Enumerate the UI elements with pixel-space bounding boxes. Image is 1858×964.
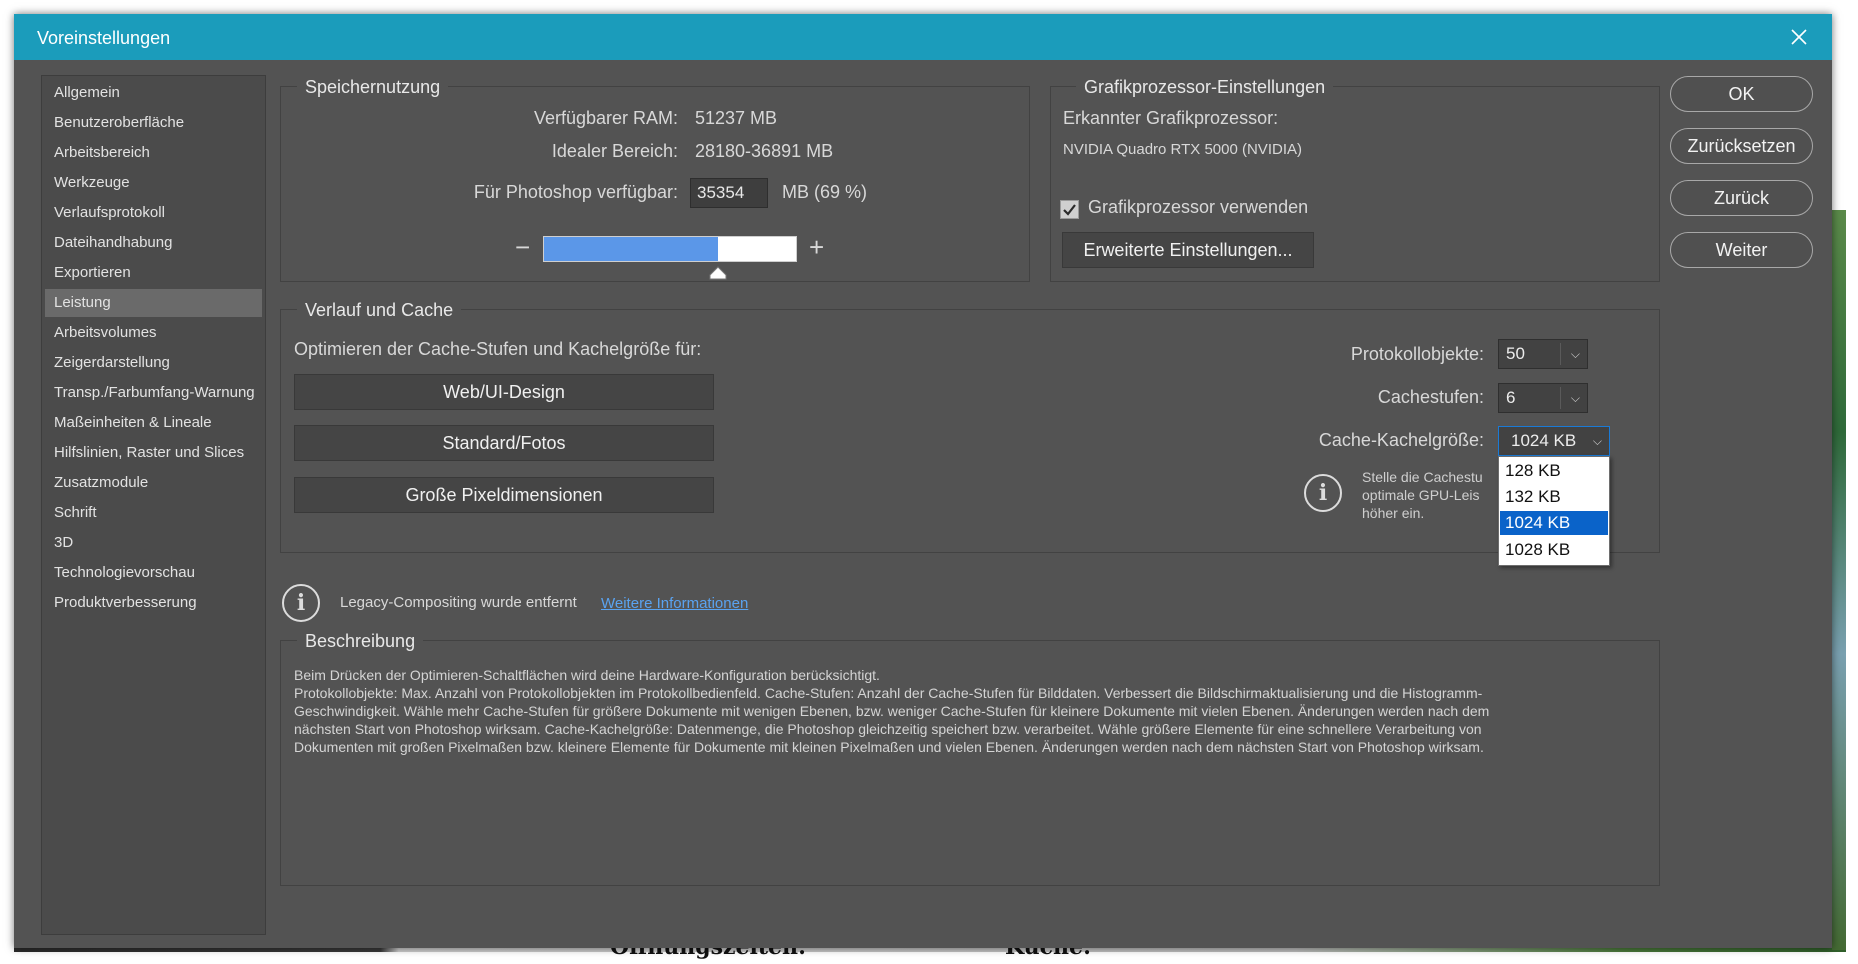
- description-text: Beim Drücken der Optimieren-Schaltfläche…: [294, 666, 1624, 756]
- ideal-range-value: 28180-36891 MB: [695, 141, 834, 161]
- detected-gpu-label: Erkannter Grafikprozessor:: [1063, 108, 1279, 128]
- cache-hint-line-2: optimale GPU-Leis: [1362, 487, 1480, 503]
- sidebar-item-arbeitsvolumes[interactable]: Arbeitsvolumes: [45, 319, 262, 347]
- close-icon: [1791, 29, 1807, 45]
- description-line: Beim Drücken der Optimieren-Schaltfläche…: [294, 667, 880, 683]
- category-sidebar: Allgemein Benutzeroberfläche Arbeitsbere…: [41, 75, 266, 935]
- chevron-down-icon: ⌵: [1570, 347, 1580, 361]
- sidebar-item-arbeitsbereich[interactable]: Arbeitsbereich: [45, 139, 262, 167]
- sidebar-item-zusatzmodule[interactable]: Zusatzmodule: [45, 469, 262, 497]
- description-line: Geschwindigkeit. Wähle mehr Cache-Stufen…: [294, 703, 1490, 719]
- photoshop-available-label: Für Photoshop verfügbar:: [473, 182, 678, 202]
- description-group-title: Beschreibung: [297, 631, 424, 651]
- sidebar-item-transp-farbumfang[interactable]: Transp./Farbumfang-Warnung: [45, 379, 262, 407]
- increase-memory-button[interactable]: +: [809, 234, 824, 260]
- sidebar-item-technologievorschau[interactable]: Technologievorschau: [45, 559, 262, 587]
- history-states-label: Protokollobjekte:: [1350, 344, 1484, 364]
- dropdown-option-1024kb[interactable]: 1024 KB: [1500, 511, 1608, 535]
- check-icon: [1063, 204, 1076, 216]
- cache-group-title: Verlauf und Cache: [297, 300, 462, 320]
- background-image-right: [1832, 210, 1846, 950]
- cache-levels-label: Cachestufen:: [1377, 387, 1484, 407]
- optimize-standard-photos-button[interactable]: Standard/Fotos: [294, 425, 714, 461]
- advanced-settings-button[interactable]: Erweiterte Einstellungen...: [1062, 232, 1314, 268]
- sidebar-item-schrift[interactable]: Schrift: [45, 499, 262, 527]
- photoshop-memory-input[interactable]: [690, 178, 768, 208]
- memory-slider-track[interactable]: [543, 236, 797, 262]
- cache-tile-size-label: Cache-Kachelgröße:: [1318, 430, 1484, 450]
- decrease-memory-button[interactable]: −: [515, 234, 530, 260]
- title-bar: Voreinstellungen: [14, 14, 1832, 60]
- ram-value: 51237 MB: [695, 108, 778, 128]
- ideal-range-label: Idealer Bereich:: [551, 141, 678, 161]
- sidebar-item-dateihandhabung[interactable]: Dateihandhabung: [45, 229, 262, 257]
- description-line: nächsten Start von Photoshop wirksam. Ca…: [294, 721, 1482, 737]
- cache-tile-size-value: 1024 KB: [1511, 431, 1577, 450]
- window-title: Voreinstellungen: [37, 28, 171, 48]
- memory-slider-fill: [544, 237, 718, 261]
- memory-group-title: Speichernutzung: [297, 77, 449, 97]
- use-gpu-label: Grafikprozessor verwenden: [1088, 197, 1309, 217]
- cache-hint-line-1: Stelle die Cachestu: [1362, 469, 1483, 485]
- chevron-down-icon: ⌵: [1592, 434, 1602, 448]
- legacy-compositing-text: Legacy-Compositing wurde entfernt: [340, 594, 577, 611]
- description-line: Protokollobjekte: Max. Anzahl von Protok…: [294, 685, 1483, 701]
- photoshop-memory-unit: MB (69 %): [782, 182, 868, 202]
- optimize-large-pixel-button[interactable]: Große Pixeldimensionen: [294, 477, 714, 513]
- ram-label: Verfügbarer RAM:: [533, 108, 678, 128]
- sidebar-item-allgemein[interactable]: Allgemein: [45, 79, 262, 107]
- cache-tile-size-combo[interactable]: 1024 KB ⌵: [1498, 426, 1610, 456]
- sidebar-item-exportieren[interactable]: Exportieren: [45, 259, 262, 287]
- info-icon: i: [1304, 474, 1342, 512]
- detected-gpu-value: NVIDIA Quadro RTX 5000 (NVIDIA): [1063, 141, 1302, 158]
- info-icon: i: [282, 584, 320, 622]
- chevron-down-icon: ⌵: [1570, 391, 1580, 405]
- sidebar-item-hilfslinien[interactable]: Hilfslinien, Raster und Slices: [45, 439, 262, 467]
- sidebar-item-werkzeuge[interactable]: Werkzeuge: [45, 169, 262, 197]
- back-button[interactable]: Zurück: [1670, 180, 1813, 216]
- history-states-combo[interactable]: 50 ⌵: [1498, 339, 1588, 369]
- cache-tile-size-dropdown: 128 KB 132 KB 1024 KB 1028 KB: [1498, 456, 1610, 566]
- sidebar-item-zeigerdarstellung[interactable]: Zeigerdarstellung: [45, 349, 262, 377]
- optimize-web-ui-button[interactable]: Web/UI-Design: [294, 374, 714, 410]
- dropdown-option-132kb[interactable]: 132 KB: [1500, 485, 1608, 509]
- close-button[interactable]: [1784, 22, 1814, 52]
- history-states-value: 50: [1506, 344, 1525, 363]
- optimize-label: Optimieren der Cache-Stufen und Kachelgr…: [294, 339, 702, 359]
- description-line: Dokumenten mit großen Pixelmaßen bzw. kl…: [294, 739, 1484, 755]
- preferences-dialog: Voreinstellungen Allgemein Benutzeroberf…: [14, 14, 1832, 948]
- reset-button[interactable]: Zurücksetzen: [1670, 128, 1813, 164]
- cache-hint-line-3: höher ein.: [1362, 505, 1425, 521]
- more-info-link[interactable]: Weitere Informationen: [601, 595, 748, 612]
- ok-button[interactable]: OK: [1670, 76, 1813, 112]
- use-gpu-checkbox[interactable]: [1060, 200, 1079, 219]
- sidebar-item-produktverbesserung[interactable]: Produktverbesserung: [45, 589, 262, 617]
- cache-levels-combo[interactable]: 6 ⌵: [1498, 383, 1588, 413]
- sidebar-item-benutzeroberflaeche[interactable]: Benutzeroberfläche: [45, 109, 262, 137]
- gpu-group-title: Grafikprozessor-Einstellungen: [1076, 77, 1334, 97]
- next-button[interactable]: Weiter: [1670, 232, 1813, 268]
- cache-levels-value: 6: [1506, 388, 1516, 407]
- dropdown-option-128kb[interactable]: 128 KB: [1500, 459, 1608, 483]
- sidebar-item-masseinheiten[interactable]: Maßeinheiten & Lineale: [45, 409, 262, 437]
- sidebar-item-3d[interactable]: 3D: [45, 529, 262, 557]
- dropdown-option-1028kb[interactable]: 1028 KB: [1500, 538, 1608, 562]
- sidebar-item-leistung[interactable]: Leistung: [45, 289, 262, 317]
- sidebar-item-verlaufsprotokoll[interactable]: Verlaufsprotokoll: [45, 199, 262, 227]
